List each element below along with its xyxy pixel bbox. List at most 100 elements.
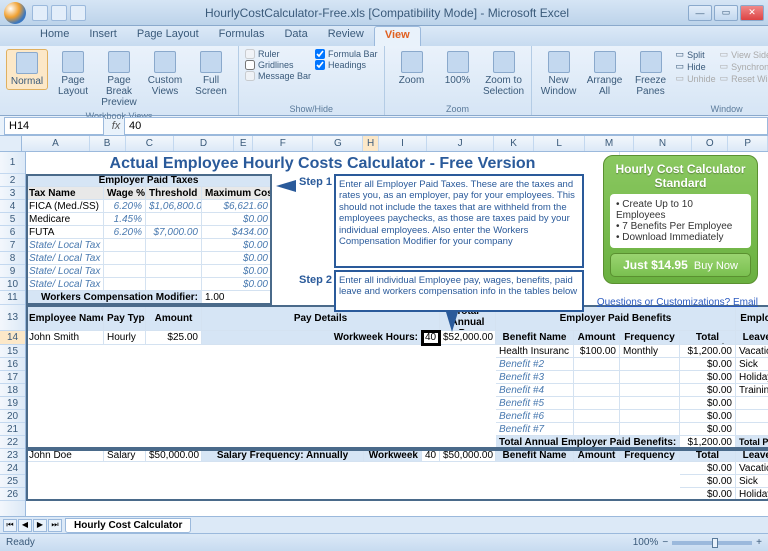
ribbon-tab-formulas[interactable]: Formulas: [209, 26, 275, 46]
cell[interactable]: $6,621.60: [202, 200, 272, 213]
row-header-16[interactable]: 16: [0, 358, 25, 371]
cell[interactable]: [620, 384, 680, 397]
cell[interactable]: [620, 371, 680, 384]
row-header-5[interactable]: 5: [0, 213, 25, 226]
cell[interactable]: [736, 410, 768, 423]
arrange-all-button[interactable]: Arrange All: [584, 49, 626, 99]
select-all-corner[interactable]: [0, 136, 22, 151]
col-header-B[interactable]: B: [90, 136, 126, 151]
cell[interactable]: [146, 278, 202, 291]
cell[interactable]: Pay Type: [104, 305, 146, 331]
row-header-15[interactable]: 15: [0, 345, 25, 358]
cell[interactable]: Employer Paid Leave: [736, 305, 768, 331]
cell[interactable]: 40: [422, 449, 440, 462]
cell[interactable]: Holiday: [736, 488, 768, 501]
cell[interactable]: $0.00: [680, 384, 736, 397]
cell[interactable]: Total Paid Leave Hrs:: [736, 436, 768, 449]
cell[interactable]: [574, 371, 620, 384]
cell[interactable]: Hourly: [104, 331, 146, 345]
cell[interactable]: $0.00: [202, 265, 272, 278]
qat-redo-icon[interactable]: [70, 5, 86, 21]
name-box[interactable]: H14: [4, 117, 104, 135]
cell[interactable]: Salary Frequency: Annually: [202, 449, 364, 462]
active-cell[interactable]: 40: [422, 331, 440, 345]
cell[interactable]: Amount: [574, 449, 620, 462]
row-header-13[interactable]: 13: [0, 305, 25, 331]
col-header-J[interactable]: J: [427, 136, 494, 151]
close-button[interactable]: ✕: [740, 5, 764, 21]
cell[interactable]: $0.00: [202, 213, 272, 226]
cell[interactable]: John Doe: [26, 449, 104, 462]
qat-save-icon[interactable]: [32, 5, 48, 21]
cell[interactable]: [574, 410, 620, 423]
cell[interactable]: [146, 213, 202, 226]
ribbon-tab-review[interactable]: Review: [318, 26, 374, 46]
cell[interactable]: [146, 239, 202, 252]
ribbon-tab-page-layout[interactable]: Page Layout: [127, 26, 209, 46]
cell[interactable]: $0.00: [202, 278, 272, 291]
cell[interactable]: Benefit #7: [496, 423, 574, 436]
cell[interactable]: State/ Local Tax 4: [26, 278, 104, 291]
cell[interactable]: Sick: [736, 475, 768, 488]
cell[interactable]: $7,000.00: [146, 226, 202, 239]
qat-undo-icon[interactable]: [51, 5, 67, 21]
cell[interactable]: John Smith: [26, 331, 104, 345]
view-page-layout-button[interactable]: Page Layout: [52, 49, 94, 99]
cell[interactable]: Benefit #5: [496, 397, 574, 410]
row-header-21[interactable]: 21: [0, 423, 25, 436]
office-button[interactable]: [4, 2, 26, 24]
zoom-button[interactable]: Zoom: [391, 49, 433, 88]
cell[interactable]: $52,000.00: [440, 331, 496, 345]
zoom-selection-button[interactable]: Zoom to Selection: [483, 49, 525, 99]
split-button[interactable]: ▭ Split: [676, 49, 716, 60]
col-header-A[interactable]: A: [22, 136, 89, 151]
cell[interactable]: Total Annual Employer Paid Benefits:: [496, 436, 680, 449]
new-window-button[interactable]: New Window: [538, 49, 580, 99]
view-full-screen-button[interactable]: Full Screen: [190, 49, 232, 99]
row-header-2[interactable]: 2: [0, 174, 25, 187]
cell[interactable]: [736, 423, 768, 436]
cell[interactable]: Sick: [736, 358, 768, 371]
zoom-slider[interactable]: [672, 541, 752, 545]
freeze-panes-button[interactable]: Freeze Panes: [630, 49, 672, 99]
cell[interactable]: $0.00: [202, 239, 272, 252]
cell[interactable]: $50,000.00: [146, 449, 202, 462]
cell[interactable]: $0.00: [680, 410, 736, 423]
row-header-14[interactable]: 14: [0, 331, 25, 345]
zoom-in-button[interactable]: +: [756, 537, 762, 548]
row-header-8[interactable]: 8: [0, 252, 25, 265]
col-header-K[interactable]: K: [494, 136, 534, 151]
cell[interactable]: Amount: [146, 305, 202, 331]
row-header-26[interactable]: 26: [0, 488, 25, 501]
cell[interactable]: $0.00: [680, 371, 736, 384]
row-header-1[interactable]: 1: [0, 152, 25, 174]
col-header-L[interactable]: L: [534, 136, 586, 151]
cell[interactable]: 6.20%: [104, 226, 146, 239]
cell[interactable]: Maximum Cost: [202, 187, 272, 200]
view-normal-button[interactable]: Normal: [6, 49, 48, 90]
cell[interactable]: Amount: [574, 331, 620, 345]
cell[interactable]: Benefit Name: [496, 449, 574, 462]
sync-scroll-button[interactable]: ▭ Synchronous Scrolling: [720, 61, 768, 72]
minimize-button[interactable]: —: [688, 5, 712, 21]
cell[interactable]: [104, 252, 146, 265]
cell[interactable]: $434.00: [202, 226, 272, 239]
cell[interactable]: Employer Paid Taxes: [26, 174, 272, 187]
row-header-9[interactable]: 9: [0, 265, 25, 278]
cell[interactable]: Workweek Hrs.:: [364, 449, 422, 462]
row-header-25[interactable]: 25: [0, 475, 25, 488]
cell[interactable]: Vacation: [736, 462, 768, 475]
cell[interactable]: $0.00: [680, 423, 736, 436]
cell[interactable]: Total Annual: [680, 449, 736, 462]
view-custom-views-button[interactable]: Custom Views: [144, 49, 186, 99]
cell[interactable]: $1,200.00: [680, 345, 736, 358]
cell[interactable]: State/ Local Tax 3: [26, 265, 104, 278]
cell[interactable]: [574, 358, 620, 371]
view-page-break-button[interactable]: Page Break Preview: [98, 49, 140, 110]
cell[interactable]: $0.00: [680, 358, 736, 371]
cell[interactable]: Workers Compensation Modifier:: [26, 291, 202, 305]
row-header-4[interactable]: 4: [0, 200, 25, 213]
ribbon-tab-home[interactable]: Home: [30, 26, 79, 46]
cell[interactable]: $0.00: [680, 397, 736, 410]
cell[interactable]: Benefit #2: [496, 358, 574, 371]
